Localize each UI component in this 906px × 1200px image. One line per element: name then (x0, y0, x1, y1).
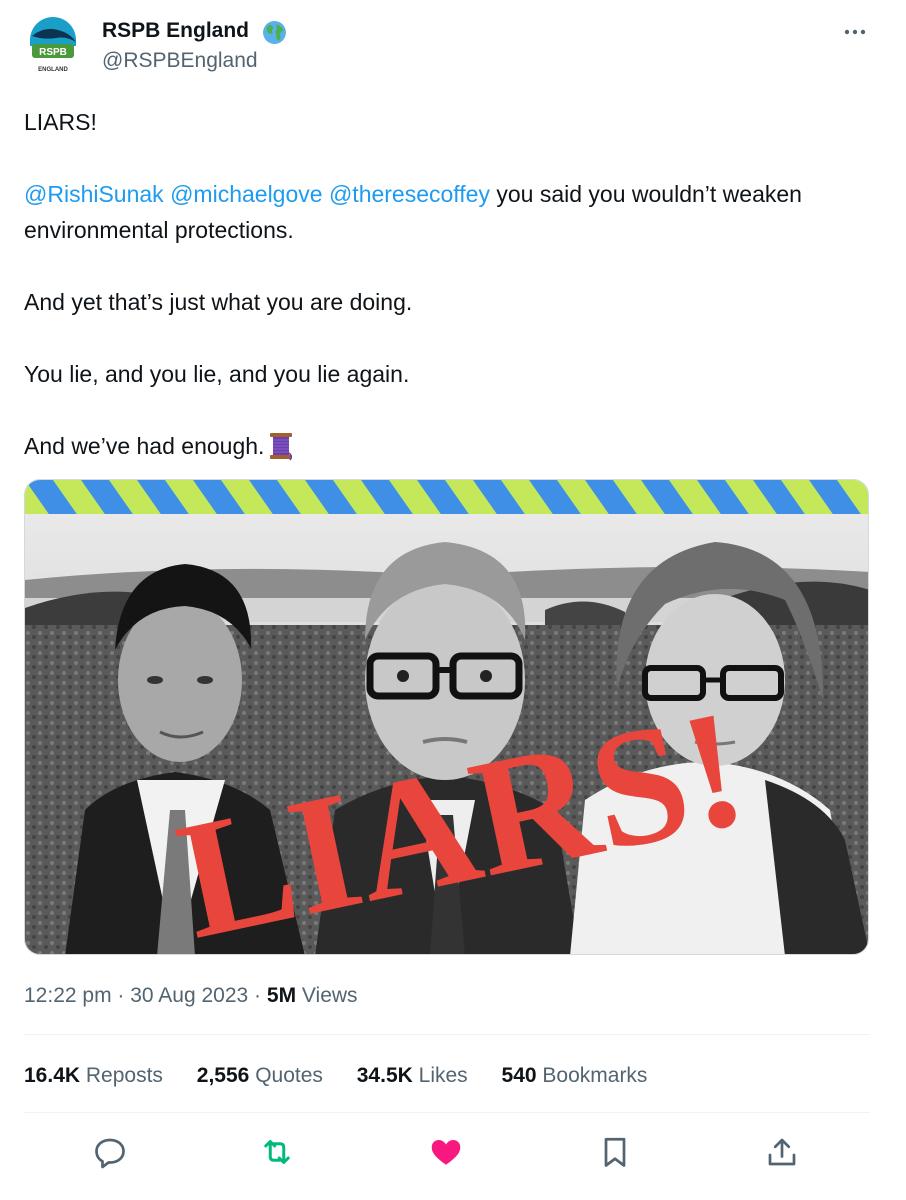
tweet-line-5-text: And we’ve had enough. (24, 433, 265, 459)
repost-icon[interactable] (259, 1134, 295, 1170)
reposts-stat[interactable]: 16.4K Reposts (24, 1060, 163, 1092)
avatar-text-top: RSPB (39, 47, 67, 58)
rspb-logo: RSPB ENGLAND (30, 17, 76, 73)
bookmarks-label: Bookmarks (542, 1064, 648, 1087)
tweet-meta: 12:22 pm · 30 Aug 2023 · 5M Views (24, 980, 358, 1012)
reply-icon[interactable] (92, 1134, 128, 1170)
tweet-time[interactable]: 12:22 pm (24, 984, 112, 1007)
meta-separator-1: · (117, 984, 125, 1007)
avatar-text-bottom: ENGLAND (38, 67, 68, 73)
views-count: 5M (266, 984, 297, 1007)
engagement-stats: 16.4K Reposts 2,556 Quotes 34.5K Likes 5… (24, 1060, 675, 1092)
mention-theresecoffey[interactable]: @theresecoffey (329, 181, 490, 207)
author-avatar[interactable]: RSPB ENGLAND (22, 16, 84, 78)
tweet-line-1: LIARS! (24, 109, 97, 135)
share-icon[interactable] (764, 1134, 800, 1170)
likes-stat[interactable]: 34.5K Likes (357, 1060, 468, 1092)
divider-bottom (24, 1112, 870, 1113)
action-bar (0, 1134, 906, 1170)
tweet-date[interactable]: 30 Aug 2023 (130, 984, 248, 1007)
mention-michaelgove[interactable]: @michaelgove (170, 181, 322, 207)
tweet-line-5: And we’ve had enough. (24, 428, 854, 464)
reposts-count: 16.4K (24, 1064, 81, 1087)
quotes-count: 2,556 (196, 1064, 250, 1087)
globe-icon (263, 21, 286, 44)
tweet-image[interactable]: LIARS! (24, 479, 869, 955)
thread-spool-icon (270, 433, 293, 461)
quotes-stat[interactable]: 2,556 Quotes (197, 1060, 323, 1092)
divider-top (24, 1034, 870, 1035)
tweet-text: LIARS! @RishiSunak @michaelgove @therese… (24, 104, 854, 500)
reposts-label: Reposts (85, 1064, 163, 1087)
tweet-card: RSPB ENGLAND RSPB England @RSPBEngland L… (0, 0, 906, 1200)
bookmarks-count: 540 (501, 1064, 537, 1087)
views-label: Views (301, 984, 358, 1007)
tweet-line-2: @RishiSunak @michaelgove @theresecoffey … (24, 176, 854, 248)
likes-label: Likes (418, 1064, 468, 1087)
bookmarks-stat[interactable]: 540 Bookmarks (502, 1060, 648, 1092)
like-icon[interactable] (428, 1134, 464, 1170)
quotes-label: Quotes (255, 1064, 323, 1087)
liars-graphic: LIARS! (25, 480, 868, 954)
mention-rishisunak[interactable]: @RishiSunak (24, 181, 164, 207)
stripe-band (25, 480, 868, 514)
author-handle[interactable]: @RSPBEngland (102, 47, 258, 75)
more-options-icon[interactable] (840, 20, 870, 44)
meta-separator-2: · (254, 984, 262, 1007)
bookmark-icon[interactable] (597, 1134, 633, 1170)
author-display-name[interactable]: RSPB England (102, 16, 249, 46)
tweet-line-4: You lie, and you lie, and you lie again. (24, 361, 410, 387)
tweet-line-3: And yet that’s just what you are doing. (24, 289, 413, 315)
likes-count: 34.5K (356, 1064, 413, 1087)
